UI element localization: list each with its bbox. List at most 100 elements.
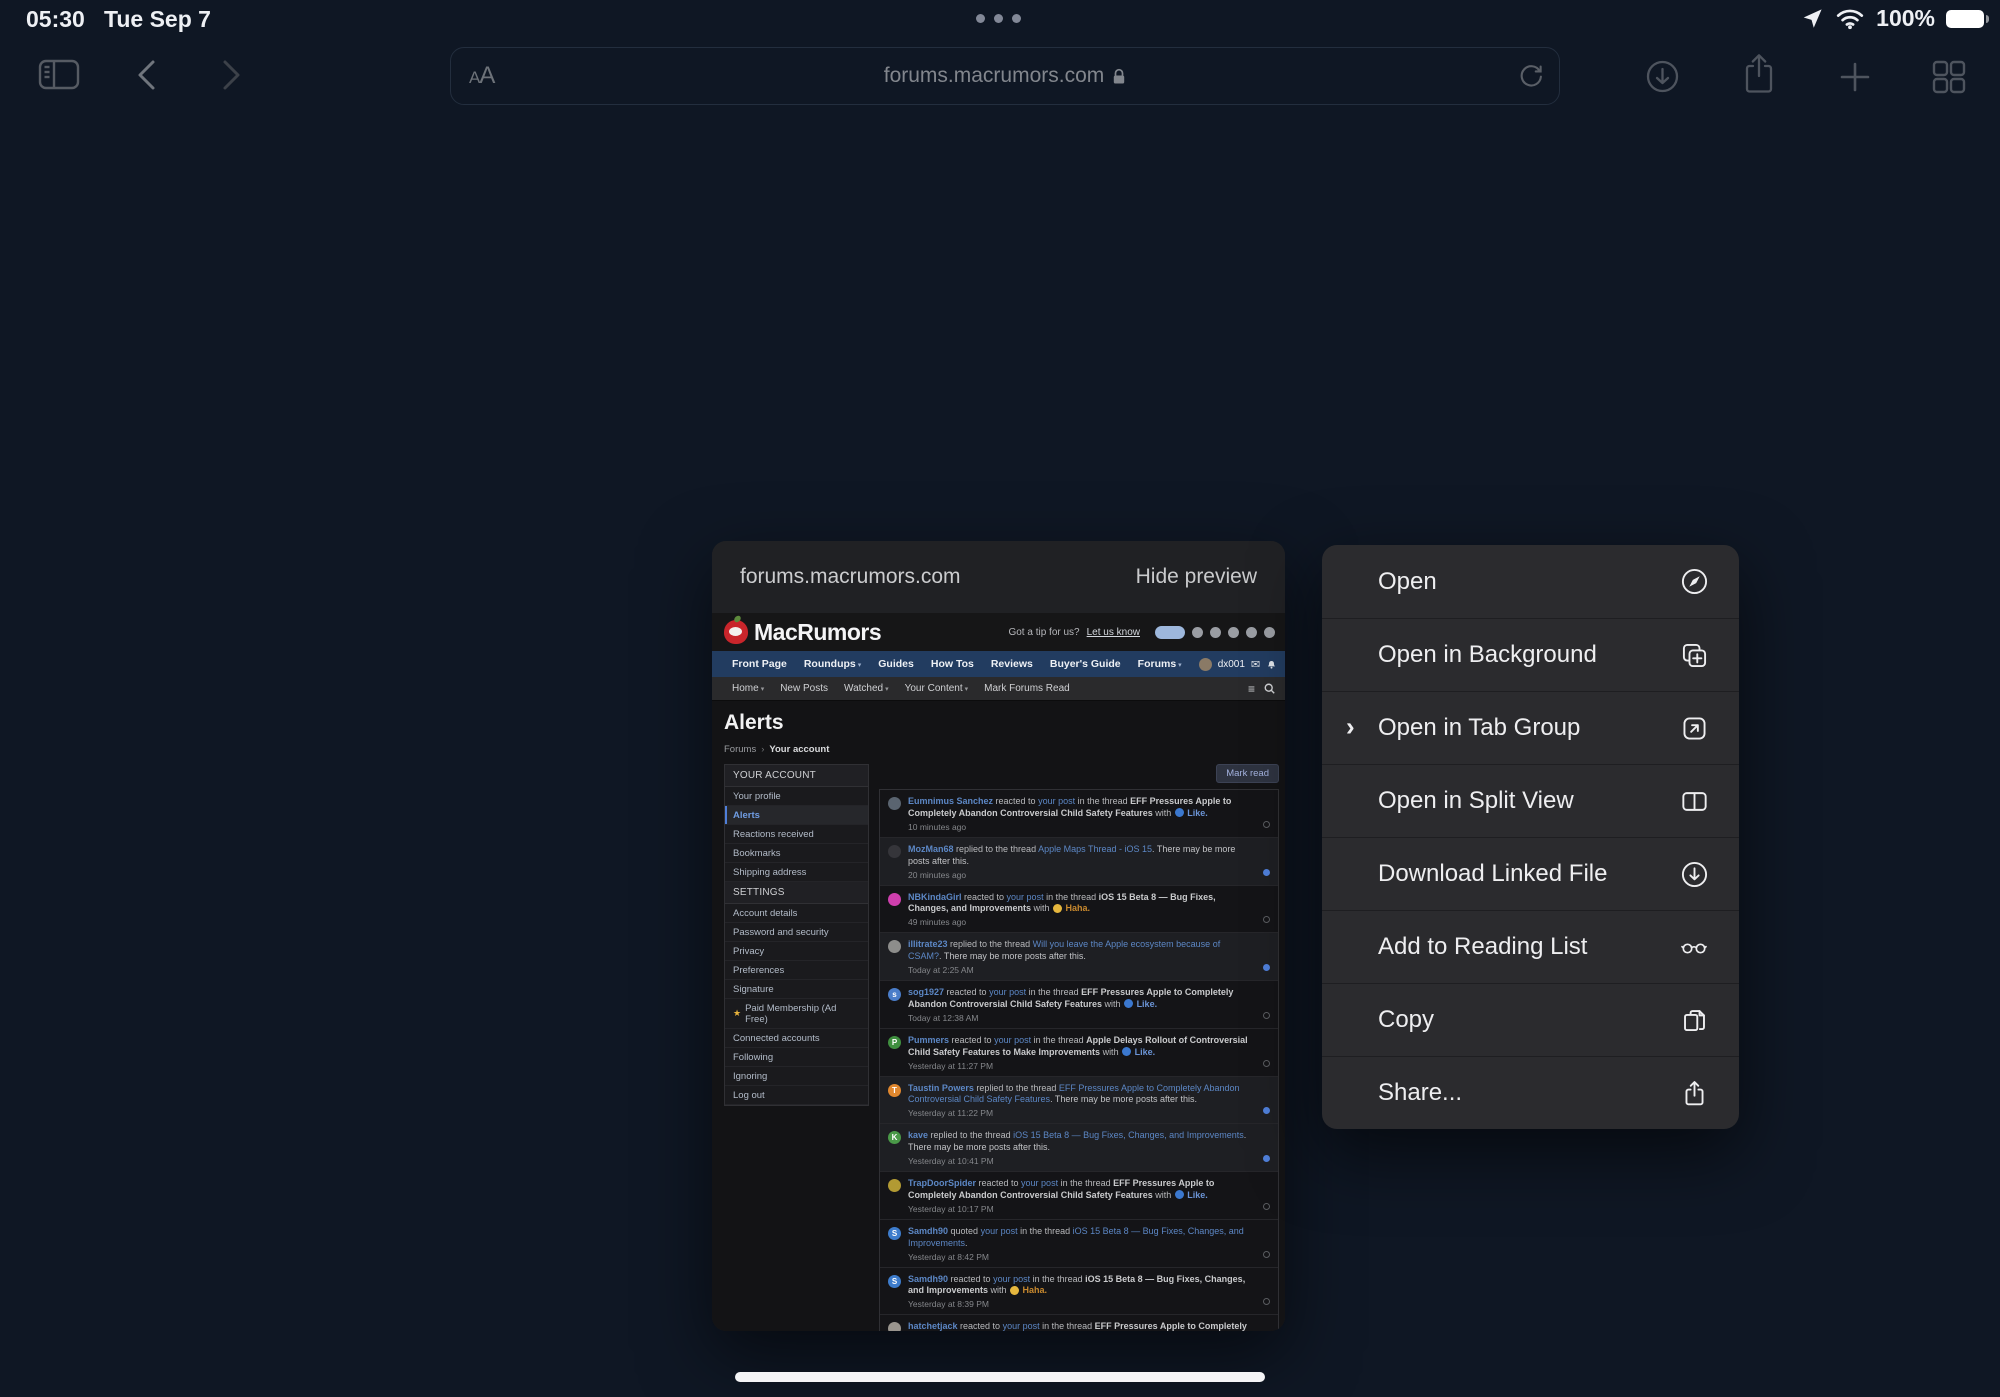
menu-item-open-in-tab-group[interactable]: ›Open in Tab Group: [1322, 691, 1739, 764]
alert-item[interactable]: TTaustin Powers replied to the thread EF…: [880, 1077, 1278, 1125]
sidebar-item-bookmarks[interactable]: Bookmarks: [725, 844, 868, 863]
sidebar-item-password-and-security[interactable]: Password and security: [725, 923, 868, 942]
unread-dot[interactable]: [1263, 964, 1270, 971]
link-preview-card[interactable]: forums.macrumors.com Hide preview MacRum…: [712, 541, 1285, 1331]
unread-dot[interactable]: [1263, 869, 1270, 876]
subnav-item-watched[interactable]: Watched▾: [844, 683, 889, 694]
sidebar-item-privacy[interactable]: Privacy: [725, 942, 868, 961]
alert-item[interactable]: PPummers reacted to your post in the thr…: [880, 1029, 1278, 1077]
list-icon[interactable]: ≡: [1248, 682, 1255, 696]
your-post-link[interactable]: your post: [981, 1226, 1018, 1236]
breadcrumb-forums[interactable]: Forums: [724, 744, 756, 755]
breadcrumb-your-account[interactable]: Your account: [769, 744, 829, 755]
sidebar-item-account-details[interactable]: Account details: [725, 904, 868, 923]
twitter-icon[interactable]: [1228, 627, 1239, 638]
unread-dot[interactable]: [1263, 1107, 1270, 1114]
sidebar-item-shipping-address[interactable]: Shipping address: [725, 863, 868, 882]
youtube-icon[interactable]: [1246, 627, 1257, 638]
alert-item[interactable]: ssog1927 reacted to your post in the thr…: [880, 981, 1278, 1029]
alert-item[interactable]: SSamdh90 quoted your post in the thread …: [880, 1220, 1278, 1268]
sidebar-item-connected-accounts[interactable]: Connected accounts: [725, 1029, 868, 1048]
tab-overview-icon[interactable]: [1930, 58, 1968, 96]
nav-item-guides[interactable]: Guides: [878, 658, 914, 670]
forward-icon[interactable]: [216, 56, 246, 94]
your-post-link[interactable]: your post: [1003, 1321, 1040, 1331]
alert-user-link[interactable]: Samdh90: [908, 1226, 948, 1236]
alert-item[interactable]: NBKindaGirl reacted to your post in the …: [880, 886, 1278, 934]
nav-item-forums[interactable]: Forums▾: [1138, 658, 1182, 670]
alert-user-link[interactable]: NBKindaGirl: [908, 892, 962, 902]
read-indicator[interactable]: [1263, 1060, 1270, 1067]
nav-item-roundups[interactable]: Roundups▾: [804, 658, 861, 670]
read-indicator[interactable]: [1263, 1203, 1270, 1210]
rss-icon[interactable]: [1264, 627, 1275, 638]
alert-user-link[interactable]: kave: [908, 1130, 928, 1140]
address-bar[interactable]: AA forums.macrumors.com: [450, 47, 1560, 105]
alert-user-link[interactable]: Taustin Powers: [908, 1083, 974, 1093]
sidebar-item-preferences[interactable]: Preferences: [725, 961, 868, 980]
new-tab-icon[interactable]: [1838, 60, 1872, 94]
your-post-link[interactable]: your post: [1038, 796, 1075, 806]
read-indicator[interactable]: [1263, 1012, 1270, 1019]
reload-icon[interactable]: [1517, 62, 1545, 90]
subnav-item-your-content[interactable]: Your Content▾: [905, 683, 969, 694]
thread-link[interactable]: Apple Maps Thread - iOS 15: [1038, 844, 1152, 854]
nav-item-how-tos[interactable]: How Tos: [931, 658, 974, 670]
menu-item-open[interactable]: Open: [1322, 545, 1739, 618]
instagram-icon[interactable]: [1192, 627, 1203, 638]
alert-item[interactable]: Eumnimus Sanchez reacted to your post in…: [880, 790, 1278, 838]
alert-item[interactable]: TrapDoorSpider reacted to your post in t…: [880, 1172, 1278, 1220]
back-icon[interactable]: [132, 56, 162, 94]
sidebar-item-following[interactable]: Following: [725, 1048, 868, 1067]
subnav-item-home[interactable]: Home▾: [732, 683, 764, 694]
avatar[interactable]: [1199, 658, 1212, 671]
sidebar-item-ignoring[interactable]: Ignoring: [725, 1067, 868, 1086]
subnav-item-new-posts[interactable]: New Posts: [780, 683, 828, 694]
unread-dot[interactable]: [1263, 1155, 1270, 1162]
alert-item[interactable]: illitrate23 replied to the thread Will y…: [880, 933, 1278, 981]
menu-item-open-in-background[interactable]: Open in Background: [1322, 618, 1739, 691]
read-indicator[interactable]: [1263, 1251, 1270, 1258]
mark-read-button[interactable]: Mark read: [1216, 764, 1279, 783]
menu-item-share[interactable]: Share...: [1322, 1056, 1739, 1129]
alert-user-link[interactable]: hatchetjack: [908, 1321, 958, 1331]
sidebar-item-your-profile[interactable]: Your profile: [725, 787, 868, 806]
alert-item[interactable]: hatchetjack reacted to your post in the …: [880, 1315, 1278, 1331]
nav-item-front-page[interactable]: Front Page: [732, 658, 787, 670]
your-post-link[interactable]: your post: [994, 1035, 1031, 1045]
read-indicator[interactable]: [1263, 1298, 1270, 1305]
multitasking-dots[interactable]: [976, 14, 1021, 23]
accessibility-icon[interactable]: [1155, 626, 1185, 639]
alert-user-link[interactable]: Samdh90: [908, 1274, 948, 1284]
subnav-item-mark-forums-read[interactable]: Mark Forums Read: [984, 683, 1070, 694]
alert-user-link[interactable]: TrapDoorSpider: [908, 1178, 976, 1188]
facebook-icon[interactable]: [1210, 627, 1221, 638]
thread-link[interactable]: iOS 15 Beta 8 — Bug Fixes, Changes, and …: [1013, 1130, 1244, 1140]
alert-user-link[interactable]: Eumnimus Sanchez: [908, 796, 993, 806]
your-post-link[interactable]: your post: [1007, 892, 1044, 902]
reader-icon[interactable]: AA: [469, 62, 494, 90]
hide-preview-button[interactable]: Hide preview: [1136, 565, 1257, 589]
bell-icon[interactable]: [1266, 658, 1277, 670]
username[interactable]: dx001: [1218, 659, 1245, 670]
search-icon[interactable]: [1264, 683, 1275, 694]
alert-user-link[interactable]: sog1927: [908, 987, 944, 997]
menu-item-add-to-reading-list[interactable]: Add to Reading List: [1322, 910, 1739, 983]
tip-link[interactable]: Let us know: [1087, 627, 1140, 638]
read-indicator[interactable]: [1263, 916, 1270, 923]
your-post-link[interactable]: your post: [1021, 1178, 1058, 1188]
sidebar-item-alerts[interactable]: Alerts: [725, 806, 868, 825]
menu-item-open-in-split-view[interactable]: Open in Split View: [1322, 764, 1739, 837]
sidebar-item-signature[interactable]: Signature: [725, 980, 868, 999]
download-icon[interactable]: [1644, 58, 1681, 95]
share-icon[interactable]: [1740, 52, 1778, 96]
your-post-link[interactable]: your post: [989, 987, 1026, 997]
sidebar-item-log-out[interactable]: Log out: [725, 1086, 868, 1105]
alert-user-link[interactable]: illitrate23: [908, 939, 948, 949]
nav-item-reviews[interactable]: Reviews: [991, 658, 1033, 670]
home-indicator[interactable]: [735, 1372, 1265, 1382]
alert-item[interactable]: Kkave replied to the thread iOS 15 Beta …: [880, 1124, 1278, 1172]
read-indicator[interactable]: [1263, 821, 1270, 828]
inbox-icon[interactable]: ✉: [1251, 658, 1260, 671]
sidebar-item-paid-membership-ad-free[interactable]: ★Paid Membership (Ad Free): [725, 999, 868, 1029]
